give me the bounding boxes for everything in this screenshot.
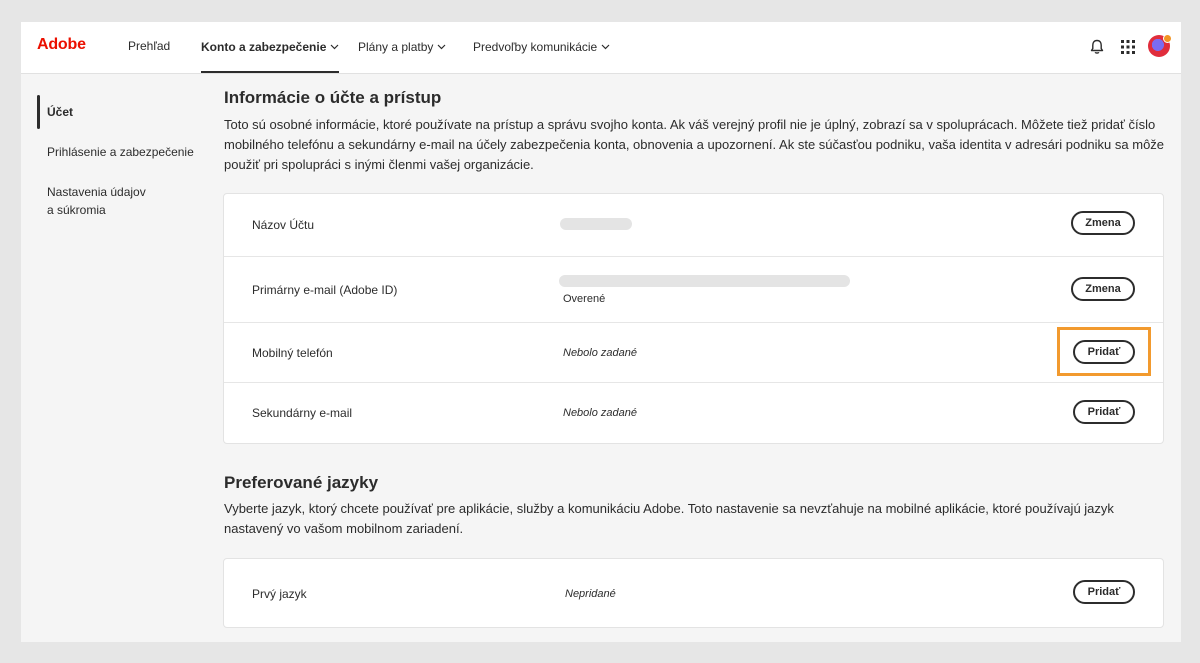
redacted-primary-email — [559, 275, 850, 287]
sidebar-item-data-privacy[interactable]: Nastavenia údajov a súkromia — [47, 183, 146, 219]
account-section-description: Toto sú osobné informácie, ktoré používa… — [224, 117, 1165, 172]
row-account-name: Názov Účtu Zmena — [224, 194, 1163, 256]
top-navigation-bar: Adobe Prehľad Konto a zabezpečenie Plány… — [21, 22, 1181, 74]
chevron-down-icon — [330, 39, 339, 53]
add-secondary-email-button[interactable]: Pridať — [1073, 400, 1135, 424]
nav-account-security[interactable]: Konto a zabezpečenie — [201, 39, 340, 73]
chevron-down-icon — [601, 39, 610, 53]
redacted-account-name — [560, 218, 632, 230]
languages-section-description: Vyberte jazyk, ktorý chcete používať pre… — [224, 501, 1114, 536]
row-label: Prvý jazyk — [252, 587, 307, 601]
nav-overview-label: Prehľad — [128, 39, 171, 53]
nav-plans-payments[interactable]: Plány a platby — [358, 39, 446, 73]
add-first-language-button[interactable]: Pridať — [1073, 580, 1135, 604]
apps-grid-icon[interactable] — [1118, 37, 1138, 57]
bell-icon[interactable] — [1087, 37, 1107, 57]
nav-account-security-label: Konto a zabezpečenie — [201, 40, 327, 54]
secondary-email-value: Nebolo zadané — [563, 407, 638, 419]
row-label: Sekundárny e-mail — [252, 406, 353, 420]
change-account-name-button[interactable]: Zmena — [1071, 211, 1135, 235]
row-secondary-email: Sekundárny e-mail Nebolo zadané Pridať — [224, 382, 1163, 443]
languages-card: Prvý jazyk Nepridané Pridať — [223, 558, 1164, 628]
row-label: Názov Účtu — [252, 218, 315, 232]
highlight-frame — [1057, 327, 1151, 376]
email-verified-status: Overené — [563, 293, 606, 305]
nav-plans-payments-label: Plány a platby — [358, 40, 434, 54]
first-language-value: Nepridané — [565, 588, 616, 600]
mobile-phone-value: Nebolo zadané — [563, 347, 638, 359]
notification-dot — [1163, 34, 1172, 43]
nav-communication-preferences[interactable]: Predvoľby komunikácie — [473, 39, 610, 73]
nav-communication-preferences-label: Predvoľby komunikácie — [473, 40, 598, 54]
sidebar-item-login-security[interactable]: Prihlásenie a zabezpečenie — [47, 143, 194, 161]
nav-overview[interactable]: Prehľad — [128, 39, 170, 73]
languages-section-title: Preferované jazyky — [224, 473, 379, 492]
chevron-down-icon — [437, 39, 446, 53]
sidebar-item-data-privacy-line2: a súkromia — [47, 203, 106, 217]
row-label: Mobilný telefón — [252, 346, 333, 360]
row-primary-email: Primárny e-mail (Adobe ID) Overené Zmena — [224, 256, 1163, 323]
adobe-logo[interactable]: Adobe — [37, 36, 86, 54]
row-mobile-phone: Mobilný telefón Nebolo zadané Pridať — [224, 322, 1163, 383]
account-info-card: Názov Účtu Zmena Primárny e-mail (Adobe … — [223, 193, 1164, 444]
account-section-title: Informácie o účte a prístup — [224, 88, 442, 107]
app-frame: Adobe Prehľad Konto a zabezpečenie Plány… — [21, 22, 1181, 642]
sidebar-active-indicator — [37, 95, 40, 129]
row-first-language: Prvý jazyk Nepridané Pridať — [224, 559, 1163, 627]
sidebar-item-data-privacy-line1: Nastavenia údajov — [47, 185, 146, 199]
sidebar-item-account[interactable]: Účet — [47, 103, 73, 121]
change-primary-email-button[interactable]: Zmena — [1071, 277, 1135, 301]
row-label: Primárny e-mail (Adobe ID) — [252, 283, 398, 297]
